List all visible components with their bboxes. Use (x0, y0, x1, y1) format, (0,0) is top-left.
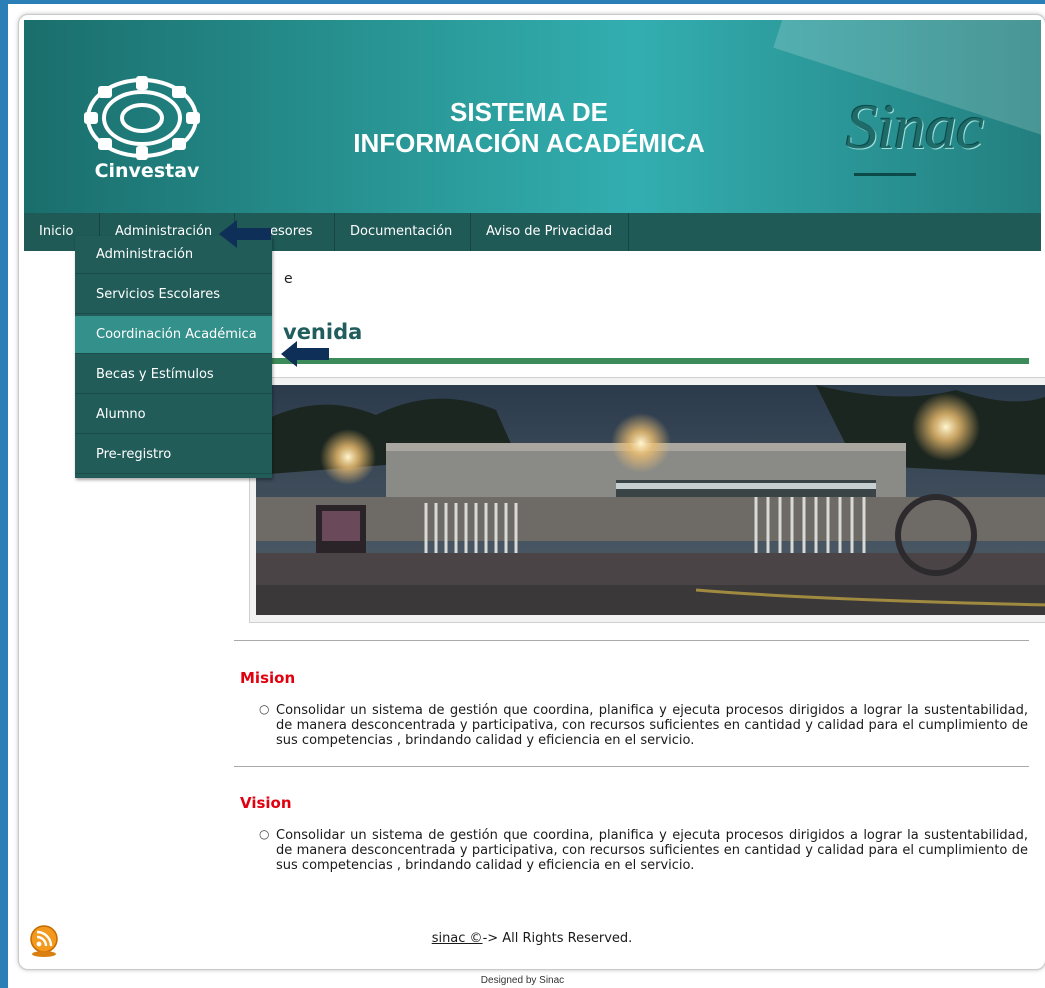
main-frame: Cinvestav SISTEMA DE INFORMACIÓN ACADÉMI… (18, 14, 1045, 970)
footer: sinac ©-> All Rights Reserved. (19, 931, 1045, 946)
title-line-1: SISTEMA DE (450, 97, 608, 127)
dropdown-item-alumno[interactable]: Alumno (75, 396, 272, 434)
administracion-dropdown: Administración Servicios Escolares Coord… (75, 236, 272, 478)
dropdown-item-coordinacion-academica[interactable]: Coordinación Académica (75, 316, 272, 354)
divider (234, 640, 1029, 641)
mission-title: Mision (240, 669, 296, 687)
mission-text: ○ Consolidar un sistema de gestión que c… (255, 702, 1028, 748)
rights-text: -> All Rights Reserved. (482, 931, 633, 946)
page-title: SISTEMA DE INFORMACIÓN ACADÉMICA (319, 97, 739, 159)
sinac-copyright-link[interactable]: sinac © (432, 931, 483, 946)
heading-underline (269, 358, 1029, 364)
bullet-icon: ○ (259, 702, 270, 716)
divider (234, 766, 1029, 767)
campus-photo-frame (249, 377, 1045, 623)
pointer-arrow-icon (219, 220, 271, 248)
rss-feed-icon[interactable] (29, 925, 59, 957)
vision-title: Vision (240, 794, 292, 812)
vision-paragraph: Consolidar un sistema de gestión que coo… (276, 828, 1028, 873)
designed-by: Designed by Sinac (480, 975, 565, 986)
nav-documentacion[interactable]: Documentación (335, 213, 471, 251)
sinac-logo-text: Sinac (846, 91, 984, 162)
site-header: Cinvestav SISTEMA DE INFORMACIÓN ACADÉMI… (24, 20, 1041, 213)
dropdown-item-becas-estimulos[interactable]: Becas y Estímulos (75, 356, 272, 394)
mission-paragraph: Consolidar un sistema de gestión que coo… (276, 703, 1028, 748)
dropdown-item-pre-registro[interactable]: Pre-registro (75, 436, 272, 474)
logo-text: Cinvestav (94, 160, 200, 182)
cinvestav-logo-icon (84, 76, 200, 160)
vision-text: ○ Consolidar un sistema de gestión que c… (255, 827, 1028, 873)
campus-photo (256, 385, 1045, 615)
pointer-arrow-icon (281, 341, 329, 367)
sinac-logo: Sinac (846, 90, 1006, 180)
dropdown-item-servicios-escolares[interactable]: Servicios Escolares (75, 276, 272, 314)
nav-aviso-privacidad[interactable]: Aviso de Privacidad (471, 213, 629, 251)
bullet-icon: ○ (259, 827, 270, 841)
title-line-2: INFORMACIÓN ACADÉMICA (353, 128, 705, 158)
breadcrumb: e (284, 271, 293, 287)
